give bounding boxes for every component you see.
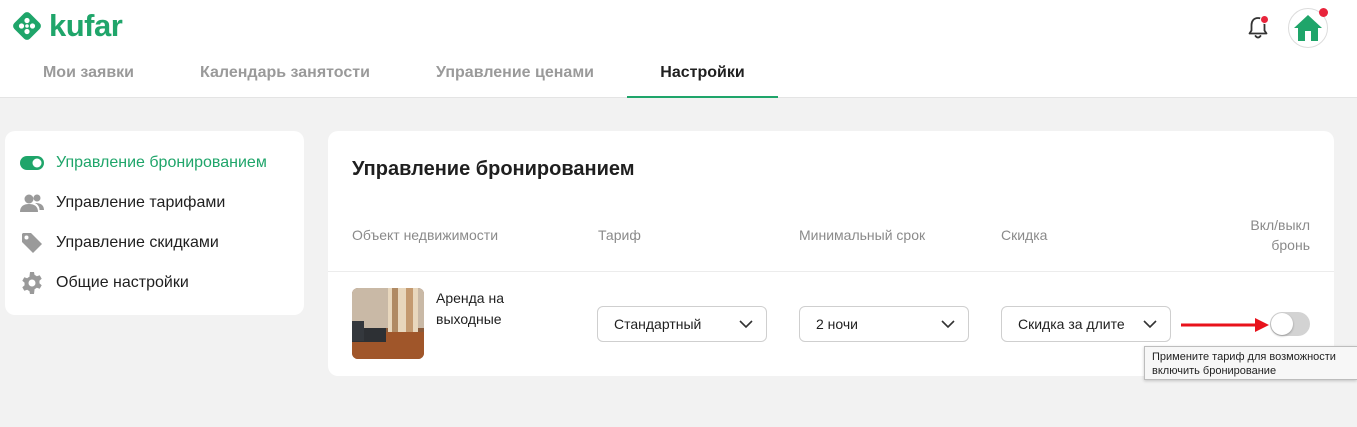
tab-my-requests[interactable]: Мои заявки bbox=[42, 50, 135, 98]
sidebar-item-label: Управление бронированием bbox=[56, 154, 267, 171]
tooltip-line: Примените тариф для возможности bbox=[1152, 351, 1336, 363]
column-header-booking-toggle: Вкл/выкл бронь bbox=[1250, 215, 1310, 255]
avatar-notification-dot bbox=[1319, 8, 1328, 17]
min-term-select-value: 2 ночи bbox=[816, 316, 858, 332]
chevron-down-icon bbox=[738, 318, 754, 330]
tab-price-management[interactable]: Управление ценами bbox=[435, 50, 595, 98]
chevron-down-icon bbox=[1142, 318, 1158, 330]
booking-management-card: Управление бронированием Объект недвижим… bbox=[328, 131, 1334, 376]
sidebar-item-general-settings[interactable]: Общие настройки bbox=[5, 263, 304, 303]
toggle-icon bbox=[20, 151, 44, 175]
sidebar-item-booking-management[interactable]: Управление бронированием bbox=[5, 143, 304, 183]
booking-toggle[interactable] bbox=[1270, 312, 1310, 336]
tariff-select-value: Стандартный bbox=[614, 316, 702, 332]
property-name-line: Аренда на bbox=[436, 290, 505, 306]
logo-text: kufar bbox=[49, 8, 123, 43]
discount-select[interactable]: Скидка за длите bbox=[1001, 306, 1171, 342]
sidebar-item-tariff-management[interactable]: Управление тарифами bbox=[5, 183, 304, 223]
column-header-discount: Скидка bbox=[1001, 227, 1048, 243]
tab-occupancy-calendar[interactable]: Календарь занятости bbox=[198, 50, 372, 98]
tag-icon bbox=[20, 231, 44, 255]
notification-bell-icon[interactable] bbox=[1245, 14, 1271, 42]
property-thumbnail[interactable] bbox=[352, 288, 424, 359]
column-header-object: Объект недвижимости bbox=[352, 227, 499, 243]
column-header-line: бронь bbox=[1271, 237, 1310, 253]
booking-toggle-tooltip: Примените тариф для возможности включить… bbox=[1144, 346, 1357, 380]
row-divider bbox=[328, 271, 1334, 272]
column-header-min-term: Минимальный срок bbox=[799, 227, 926, 243]
tab-settings[interactable]: Настройки bbox=[627, 50, 778, 98]
column-header-tariff: Тариф bbox=[598, 227, 641, 243]
discount-select-value: Скидка за длите bbox=[1018, 316, 1125, 332]
sidebar-item-label: Общие настройки bbox=[56, 274, 189, 291]
toggle-knob bbox=[1271, 313, 1293, 335]
kufar-logo[interactable]: kufar bbox=[9, 8, 123, 44]
users-icon bbox=[20, 191, 44, 215]
page-title: Управление бронированием bbox=[352, 158, 635, 180]
column-header-line: Вкл/выкл bbox=[1250, 217, 1310, 233]
home-icon bbox=[1294, 15, 1322, 41]
min-term-select[interactable]: 2 ночи bbox=[799, 306, 969, 342]
sidebar-item-label: Управление тарифами bbox=[56, 194, 226, 211]
sidebar-item-label: Управление скидками bbox=[56, 234, 219, 251]
property-name[interactable]: Аренда на выходные bbox=[436, 288, 546, 330]
kufar-logo-icon bbox=[13, 12, 41, 40]
top-header: kufar Мои заявки Календарь занятости Упр… bbox=[0, 0, 1357, 98]
sidebar-item-discount-management[interactable]: Управление скидками bbox=[5, 223, 304, 263]
gear-icon bbox=[20, 271, 44, 295]
settings-sidebar: Управление бронированием Управление тари… bbox=[5, 131, 304, 315]
property-name-line: выходные bbox=[436, 311, 502, 327]
tariff-select[interactable]: Стандартный bbox=[597, 306, 767, 342]
chevron-down-icon bbox=[940, 318, 956, 330]
tooltip-line: включить бронирование bbox=[1152, 365, 1277, 377]
annotation-arrow-icon bbox=[1181, 318, 1269, 332]
